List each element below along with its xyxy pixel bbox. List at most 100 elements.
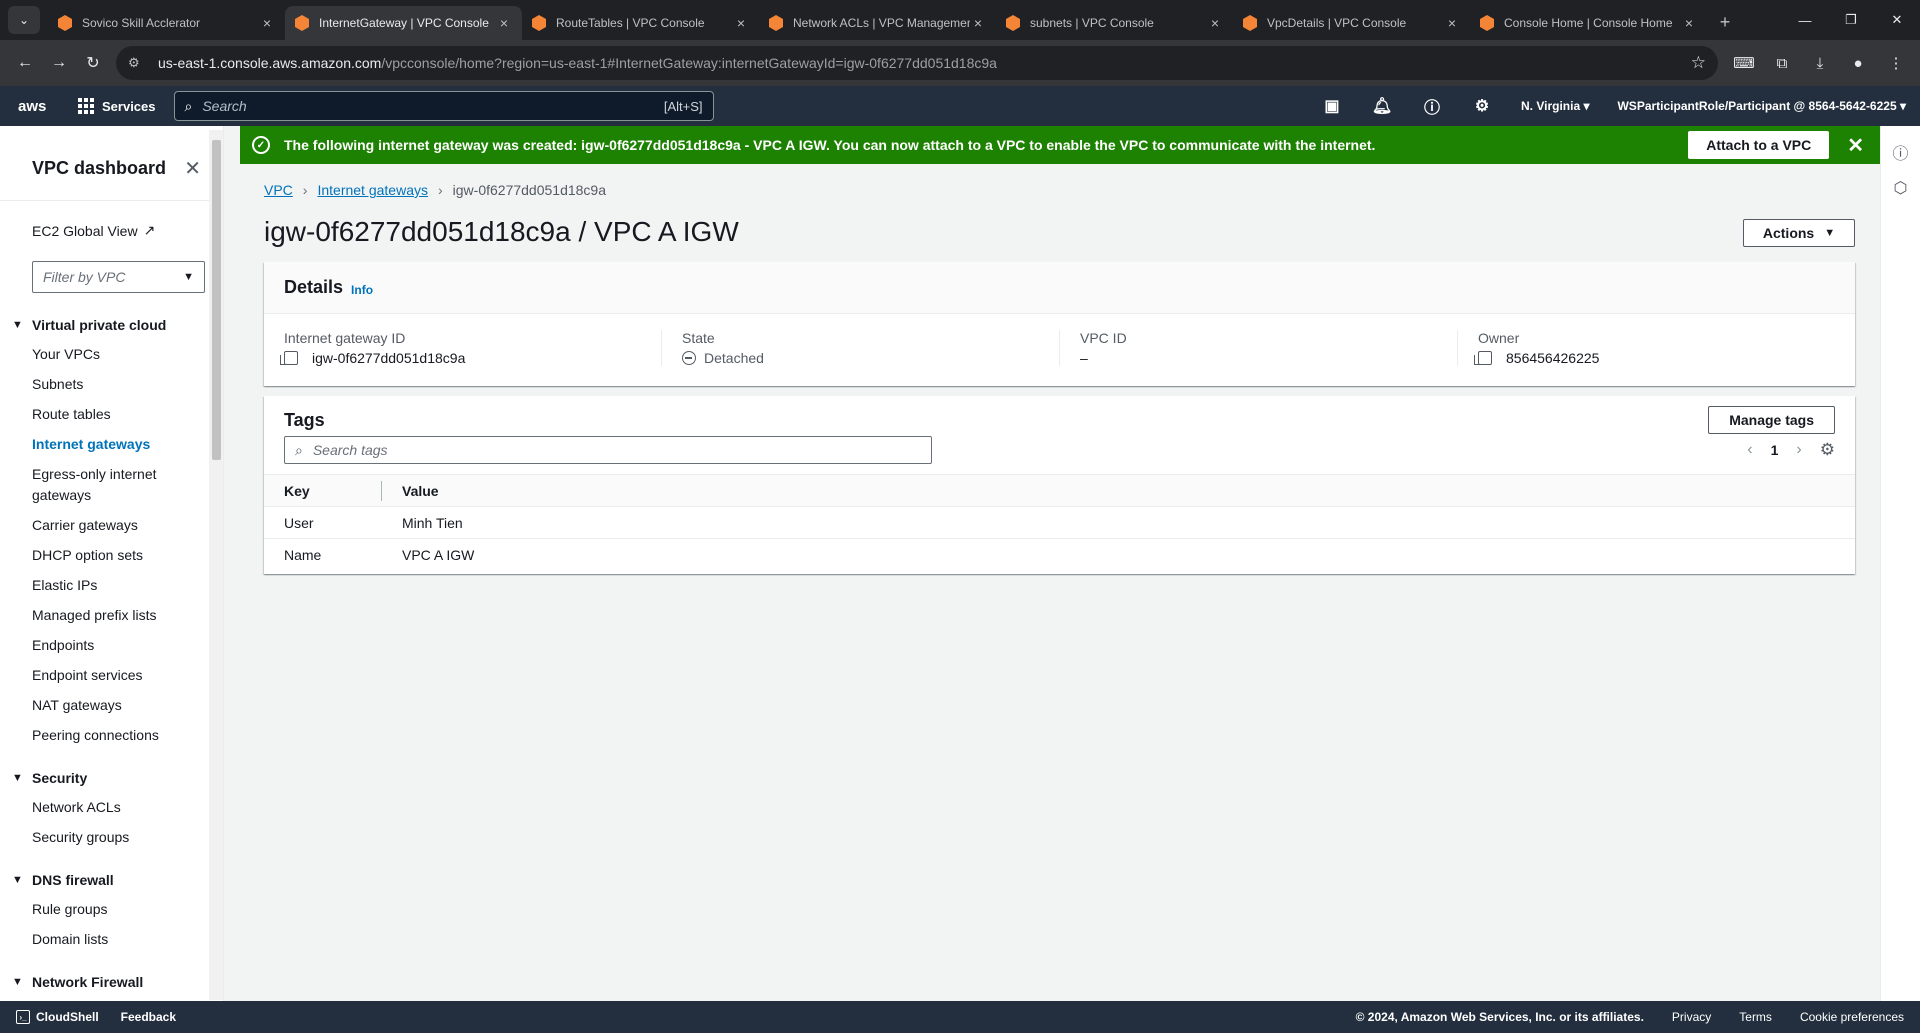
tab-close-icon[interactable]: × bbox=[1207, 15, 1223, 31]
tab-close-icon[interactable]: × bbox=[733, 15, 749, 31]
copy-icon[interactable] bbox=[1474, 351, 1492, 365]
cloudshell-terminal-icon: ›_ bbox=[16, 1010, 30, 1024]
cloudshell-icon[interactable]: ▣ bbox=[1307, 96, 1357, 116]
cloudshell-button[interactable]: ›_ CloudShell bbox=[0, 1010, 99, 1024]
download-icon[interactable]: ⤓ bbox=[1804, 47, 1836, 79]
manage-tags-button[interactable]: Manage tags bbox=[1708, 406, 1835, 434]
tab-close-icon[interactable]: × bbox=[1681, 15, 1697, 31]
account-menu[interactable]: WSParticipantRole/Participant @ 8564-564… bbox=[1603, 99, 1920, 113]
sidebar-item-network-acls[interactable]: Network ACLs bbox=[0, 797, 223, 818]
tab-search-icon[interactable]: ⌄ bbox=[8, 6, 40, 34]
aws-logo[interactable]: aws bbox=[0, 98, 60, 115]
feedback-link[interactable]: Feedback bbox=[121, 1010, 176, 1024]
sidebar-item-egress-only-internet-gateways[interactable]: Egress-only internet gateways bbox=[0, 464, 223, 506]
close-window-icon[interactable]: ✕ bbox=[1874, 12, 1920, 28]
close-sidebar-icon[interactable]: ✕ bbox=[184, 156, 201, 181]
next-page-icon[interactable]: › bbox=[1796, 441, 1801, 459]
browser-menu-icon[interactable]: ⋮ bbox=[1880, 47, 1912, 79]
expand-caret-icon: ▼ bbox=[12, 874, 23, 886]
privacy-link[interactable]: Privacy bbox=[1672, 1010, 1711, 1024]
section-virtual-private-cloud[interactable]: ▼ Virtual private cloud bbox=[0, 315, 223, 335]
services-label: Services bbox=[102, 98, 156, 114]
reload-icon[interactable]: ↻ bbox=[76, 46, 110, 80]
section-dns-firewall[interactable]: ▼ DNS firewall bbox=[0, 870, 223, 890]
region-selector[interactable]: N. Virginia ▾ bbox=[1507, 99, 1604, 113]
minimize-icon[interactable]: — bbox=[1782, 13, 1828, 28]
bookmark-star-icon[interactable]: ☆ bbox=[1691, 53, 1706, 73]
restore-icon[interactable]: ❐ bbox=[1828, 12, 1874, 28]
column-header-value[interactable]: Value bbox=[382, 474, 1855, 507]
sidebar-item-carrier-gateways[interactable]: Carrier gateways bbox=[0, 515, 223, 536]
browser-tab-active[interactable]: InternetGateway | VPC Console × bbox=[285, 6, 522, 40]
copy-icon[interactable] bbox=[280, 351, 298, 365]
translate-icon[interactable]: ⌨ bbox=[1728, 47, 1760, 79]
url-input[interactable]: ⚙ us-east-1.console.aws.amazon.com /vpcc… bbox=[116, 46, 1718, 80]
tutorial-panel-icon[interactable]: ⬡ bbox=[1881, 178, 1920, 198]
browser-tab[interactable]: Network ACLs | VPC Management × bbox=[759, 6, 996, 40]
current-page-number[interactable]: 1 bbox=[1771, 442, 1779, 458]
sidebar-item-nat-gateways[interactable]: NAT gateways bbox=[0, 695, 223, 716]
new-tab-icon[interactable]: + bbox=[1711, 8, 1739, 36]
sidebar-item-elastic-ips[interactable]: Elastic IPs bbox=[0, 575, 223, 596]
previous-page-icon[interactable]: ‹ bbox=[1747, 441, 1752, 459]
sidebar-item-your-vpcs[interactable]: Your VPCs bbox=[0, 344, 223, 365]
sidebar-item-managed-prefix-lists[interactable]: Managed prefix lists bbox=[0, 605, 223, 626]
detail-value: Detached bbox=[682, 350, 1039, 366]
section-network-firewall[interactable]: ▼ Network Firewall bbox=[0, 972, 223, 992]
sidebar-item-route-tables[interactable]: Route tables bbox=[0, 404, 223, 425]
sidebar-item-rule-groups[interactable]: Rule groups bbox=[0, 899, 223, 920]
sidebar-item-peering-connections[interactable]: Peering connections bbox=[0, 725, 223, 746]
sidebar-item-security-groups[interactable]: Security groups bbox=[0, 827, 223, 848]
expand-caret-icon: ▼ bbox=[12, 772, 23, 784]
section-security[interactable]: ▼ Security bbox=[0, 768, 223, 788]
tab-close-icon[interactable]: × bbox=[259, 15, 275, 31]
page-title: igw-0f6277dd051d18c9a / VPC A IGW bbox=[264, 216, 739, 247]
actions-label: Actions bbox=[1762, 225, 1815, 241]
dismiss-flash-icon[interactable]: ✕ bbox=[1847, 133, 1864, 158]
back-icon[interactable]: ← bbox=[8, 46, 42, 80]
profile-avatar-icon[interactable]: ● bbox=[1842, 47, 1874, 79]
table-preferences-gear-icon[interactable]: ⚙ bbox=[1820, 440, 1835, 460]
browser-tab[interactable]: subnets | VPC Console × bbox=[996, 6, 1233, 40]
sidebar-item-dhcp-option-sets[interactable]: DHCP option sets bbox=[0, 545, 223, 566]
notifications-bell-icon[interactable]: 🔔︎ bbox=[1357, 96, 1407, 116]
sidebar-item-endpoints[interactable]: Endpoints bbox=[0, 635, 223, 656]
browser-tab[interactable]: VpcDetails | VPC Console × bbox=[1233, 6, 1470, 40]
ec2-global-view-link[interactable]: EC2 Global View ↗ bbox=[0, 222, 223, 239]
sidebar-scrollbar[interactable] bbox=[209, 130, 223, 1000]
ec2-global-view-label: EC2 Global View bbox=[32, 222, 138, 239]
terms-link[interactable]: Terms bbox=[1739, 1010, 1772, 1024]
site-info-icon[interactable]: ⚙ bbox=[128, 55, 146, 71]
tab-close-icon[interactable]: × bbox=[496, 15, 512, 31]
browser-tab[interactable]: RouteTables | VPC Console × bbox=[522, 6, 759, 40]
url-path: /vpcconsole/home?region=us-east-1#Intern… bbox=[381, 55, 997, 71]
forward-icon[interactable]: → bbox=[42, 46, 76, 80]
search-placeholder: Search bbox=[202, 98, 247, 114]
services-grid-icon bbox=[78, 98, 94, 114]
extensions-puzzle-icon[interactable]: ⧉ bbox=[1766, 47, 1798, 79]
browser-tab[interactable]: Sovico Skill Acclerator × bbox=[48, 6, 285, 40]
tab-close-icon[interactable]: × bbox=[970, 15, 986, 31]
breadcrumb-internet-gateways-link[interactable]: Internet gateways bbox=[317, 182, 428, 198]
breadcrumb-vpc-link[interactable]: VPC bbox=[264, 182, 293, 198]
attach-to-vpc-button[interactable]: Attach to a VPC bbox=[1688, 131, 1830, 159]
sidebar-item-internet-gateways[interactable]: Internet gateways bbox=[0, 434, 223, 455]
tab-close-icon[interactable]: × bbox=[1444, 15, 1460, 31]
actions-dropdown-button[interactable]: Actions ▼ bbox=[1743, 219, 1855, 247]
sidebar-item-domain-lists[interactable]: Domain lists bbox=[0, 929, 223, 950]
sidebar-item-subnets[interactable]: Subnets bbox=[0, 374, 223, 395]
search-tags-input[interactable]: ⌕ Search tags bbox=[284, 436, 932, 464]
services-menu-button[interactable]: Services bbox=[78, 98, 156, 114]
filter-by-vpc-select[interactable]: Filter by VPC ▼ bbox=[32, 261, 205, 293]
help-icon[interactable]: ⓘ bbox=[1407, 94, 1457, 118]
sidebar-item-endpoint-services[interactable]: Endpoint services bbox=[0, 665, 223, 686]
browser-tab[interactable]: Console Home | Console Home × bbox=[1470, 6, 1707, 40]
column-header-key[interactable]: Key bbox=[264, 474, 382, 507]
sidebar-title[interactable]: VPC dashboard bbox=[32, 158, 184, 179]
info-panel-icon[interactable]: ⓘ bbox=[1881, 140, 1920, 164]
info-link[interactable]: Info bbox=[351, 283, 373, 297]
cookie-preferences-link[interactable]: Cookie preferences bbox=[1800, 1010, 1904, 1024]
aws-search-input[interactable]: ⌕ Search [Alt+S] bbox=[173, 91, 714, 121]
scrollbar-thumb[interactable] bbox=[212, 140, 221, 460]
settings-gear-icon[interactable]: ⚙ bbox=[1457, 96, 1507, 116]
